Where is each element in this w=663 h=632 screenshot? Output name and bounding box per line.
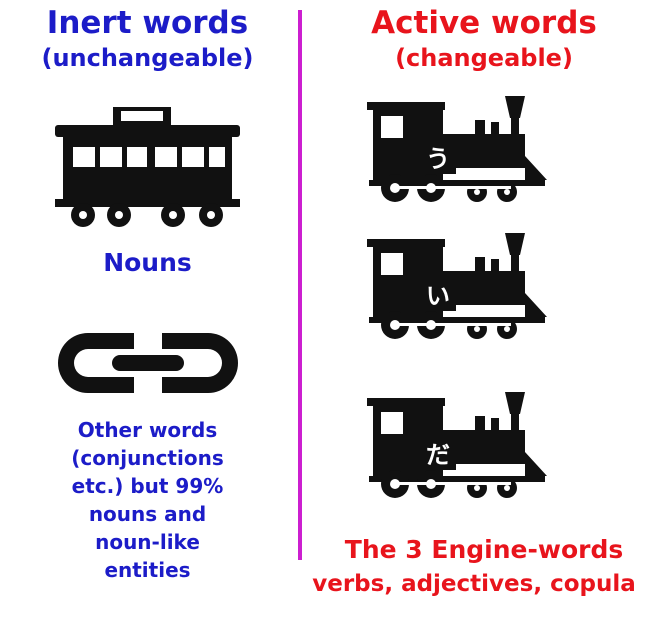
active-words-subtitle: (changeable) — [395, 44, 573, 72]
nouns-label: Nouns — [103, 248, 192, 277]
other-line: noun-like — [95, 530, 200, 554]
engine-character: う — [420, 138, 456, 174]
inert-words-subtitle: (unchangeable) — [41, 44, 254, 72]
active-words-title: Active words — [371, 5, 597, 41]
other-line: Other words — [77, 418, 218, 442]
engine-character: い — [420, 275, 456, 311]
locomotive-icon — [367, 392, 547, 498]
inert-words-title: Inert words — [46, 5, 249, 41]
other-line: etc.) but 99% — [71, 474, 224, 498]
locomotive-2: い — [365, 233, 555, 341]
locomotive-3: だ — [365, 392, 555, 500]
locomotive-icon — [367, 233, 547, 339]
engine-words-label: The 3 Engine-words — [344, 535, 624, 564]
locomotive-1: う — [365, 96, 555, 204]
chain-link-icon — [58, 333, 238, 393]
other-line: entities — [104, 558, 191, 582]
other-words-text: Other words (conjunctions etc.) but 99% … — [0, 416, 295, 584]
column-divider — [298, 10, 302, 560]
engine-character: だ — [420, 434, 456, 470]
locomotive-icon — [367, 96, 547, 202]
other-line: (conjunctions — [71, 446, 224, 470]
engine-words-sublabel: verbs, adjectives, copula — [312, 571, 636, 597]
railway-carriage-icon — [55, 107, 240, 227]
other-line: nouns and — [88, 502, 207, 526]
